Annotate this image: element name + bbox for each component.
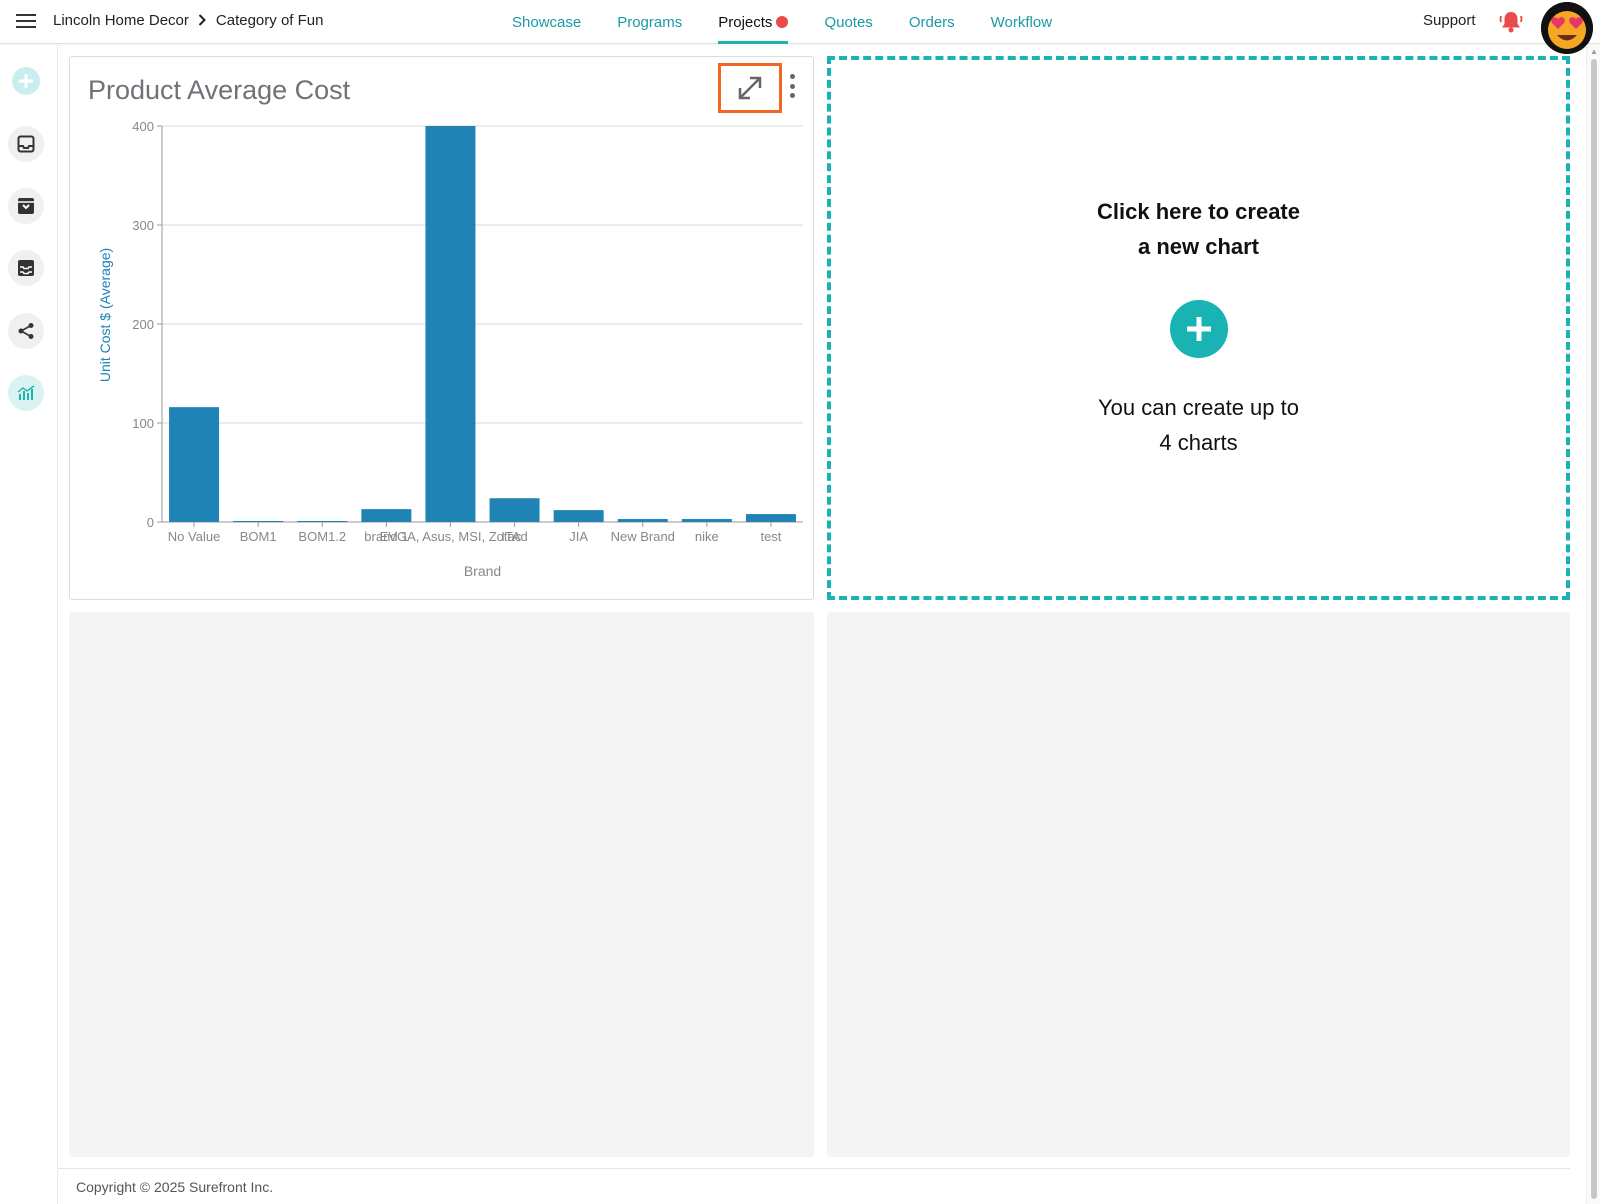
x-tick-label: nike [695,529,719,544]
bar [361,509,412,522]
expand-icon [738,76,762,100]
bar [617,519,668,522]
nav-projects[interactable]: Projects [718,0,789,44]
plus-icon [1187,317,1211,341]
create-chart-limit-line: You can create up to [1097,395,1299,420]
x-tick-label: New Brand [611,529,675,544]
create-chart-title-line: Click here to create [1097,199,1300,224]
page-scrollbar[interactable]: ▲ [1586,45,1600,1204]
bar [489,498,540,522]
create-chart-title: Click here to create a new chart [831,194,1566,264]
chart-icon [17,385,35,400]
nav-label: Showcase [512,13,582,31]
top-bar: Lincoln Home Decor Category of Fun Showc… [0,0,1600,54]
trays-button[interactable] [8,250,44,286]
bar [425,126,476,522]
y-tick-label: 100 [132,416,154,431]
breadcrumb-item-company[interactable]: Lincoln Home Decor [53,12,189,29]
bar [169,407,220,522]
archive-icon [18,198,34,214]
x-tick-label: No Value [168,529,221,544]
nav-orders[interactable]: Orders [909,0,955,44]
breadcrumb-item-category[interactable]: Category of Fun [216,12,324,29]
expand-button[interactable] [718,63,782,113]
left-rail [0,45,58,1204]
nav-label: Quotes [824,13,873,31]
archive-button[interactable] [8,188,44,224]
bar [745,514,796,522]
trays-icon [18,260,34,276]
share-button[interactable] [8,313,44,349]
y-axis-title: Unit Cost $ (Average) [97,248,113,382]
footer-copyright: Copyright © 2025 Surefront Inc. [76,1179,274,1195]
share-icon [18,323,34,339]
scroll-up-icon[interactable]: ▲ [1590,47,1598,56]
nav-label: Programs [617,13,683,31]
nav-showcase[interactable]: Showcase [512,0,581,44]
x-tick-label: test [760,529,781,544]
nav-workflow[interactable]: Workflow [991,0,1052,44]
scroll-thumb[interactable] [1591,59,1597,1199]
bar [553,510,604,522]
support-link[interactable]: Support [1423,12,1476,29]
x-tick-label: JIA [569,529,588,544]
hamburger-icon[interactable] [16,13,36,29]
empty-chart-slot [827,612,1570,1157]
nav-label: Workflow [990,13,1053,31]
bell-icon[interactable] [1498,9,1524,35]
inbox-button[interactable] [8,126,44,162]
create-chart-button[interactable] [1170,300,1228,358]
main-nav: Showcase Programs Projects Quotes Orders… [512,0,1088,44]
create-chart-title-line: a new chart [1137,234,1260,259]
x-axis-title: Brand [464,563,501,579]
plus-circle-icon [12,67,40,95]
y-tick-label: 200 [132,317,154,332]
empty-chart-slot [69,612,814,1157]
bar-chart: 0100200300400No Value BOM1 BOM1.2 brand 1EV… [97,119,803,579]
y-tick-label: 300 [132,218,154,233]
add-button[interactable] [8,63,44,99]
more-vertical-icon[interactable] [784,71,800,101]
notification-dot [776,16,789,28]
chart-card: 0 100 200 300 400 No Value BOM1 BOM1.2 brand 1 EV… [69,56,814,600]
create-chart-limit: You can create up to 4 charts [831,390,1566,460]
chart-title: Product Average Cost [88,75,351,105]
y-tick-label: 400 [132,119,154,134]
x-tick-label: BOM1 [240,529,277,544]
breadcrumb: Lincoln Home Decor Category of Fun [53,12,323,29]
analytics-button[interactable] [8,375,44,411]
x-tick-label: BOM1.2 [298,529,346,544]
footer-divider [58,1168,1570,1169]
nav-quotes[interactable]: Quotes [824,0,872,44]
create-chart-limit-line: 4 charts [1159,430,1238,455]
bar [297,521,348,522]
y-tick-label: 0 [147,515,154,530]
create-chart-tile[interactable]: Click here to create a new chart You can… [827,56,1570,600]
inbox-icon [17,135,35,153]
bar [681,519,732,522]
nav-programs[interactable]: Programs [617,0,682,44]
bar [233,521,284,522]
x-tick-label: ITAd [501,529,528,544]
chevron-right-icon [198,13,206,29]
nav-label: Orders [908,13,955,31]
nav-label: Projects [718,13,773,31]
